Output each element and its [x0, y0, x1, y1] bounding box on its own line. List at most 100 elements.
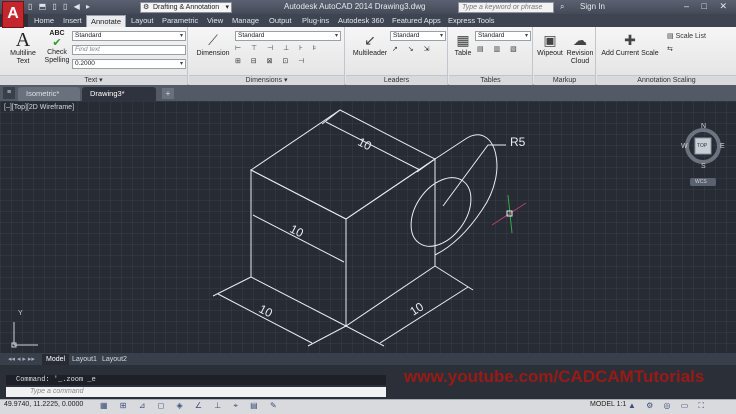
annotation-scaling-panel: ✚ Add Current Scale ▤ Scale List ⇆ Annot… — [597, 27, 736, 85]
table-style-value: Standard — [478, 32, 505, 39]
drafting-toggle-icons[interactable]: ▦ ⊞ ⊿ ◻ ◈ ∠ ⊥ ⌖ ▤ ✎ — [100, 401, 282, 411]
table-label: Table — [454, 50, 472, 57]
dimensions-panel-title[interactable]: Dimensions ▾ — [189, 75, 344, 85]
doc-tab-isometric[interactable]: Isometric* — [18, 87, 80, 101]
gear-icon: ⚙ — [143, 4, 150, 11]
file-tabs-menu-icon[interactable]: ≡ — [3, 87, 15, 99]
quick-access-toolbar[interactable]: ▯ ⬒ ▯ ▯ ◀ ▸ — [28, 2, 92, 11]
tab-layout1[interactable]: Layout1 — [68, 354, 101, 365]
text-height-value: 0.2000 — [75, 60, 95, 67]
check-spelling-button[interactable]: ABC ✔ Check Spelling — [42, 30, 72, 65]
check-spelling-label: Check Spelling — [44, 49, 70, 64]
scaling-panel-title[interactable]: Annotation Scaling — [597, 75, 736, 85]
chevron-down-icon: ▾ — [179, 61, 183, 67]
tab-plugins[interactable]: Plug-ins — [298, 15, 333, 27]
dimension-tools-icons-row2[interactable]: ⊞ ⊟ ⊠ ⊡ ⊣ — [235, 57, 308, 65]
sync-scale-icon[interactable]: ⇆ — [667, 45, 673, 53]
dimension-label: Dimension — [196, 50, 230, 57]
document-tabs: ≡ Isometric* Drawing3* + — [0, 85, 736, 101]
tab-model[interactable]: Model — [42, 354, 70, 365]
model-label: MODEL — [590, 401, 615, 408]
ribbon: A Multiline Text ABC ✔ Check Spelling St… — [0, 27, 736, 85]
workspace-label: Drafting & Annotation — [153, 4, 220, 11]
wipeout-icon: ▣ — [543, 32, 557, 48]
radius-label: R5 — [510, 135, 526, 149]
leader-tools-icons[interactable]: ↗ ↘ ⇲ — [392, 45, 434, 53]
text-a-icon: A — [15, 29, 31, 51]
new-tab-button[interactable]: + — [162, 88, 174, 99]
table-button[interactable]: ▦ Table — [451, 30, 475, 58]
tab-parametric[interactable]: Parametric — [158, 15, 202, 27]
tab-autodesk-360[interactable]: Autodesk 360 — [334, 15, 388, 27]
dim-style-select[interactable]: Standard ▾ — [235, 31, 341, 41]
tab-featured-apps[interactable]: Featured Apps — [388, 15, 445, 27]
viewport-controls[interactable]: [–][Top][2D Wireframe] — [4, 104, 74, 111]
chevron-down-icon: ▾ — [524, 33, 528, 39]
window-controls[interactable]: – □ ✕ — [684, 1, 732, 12]
ucs-y-label: Y — [18, 310, 23, 317]
command-history: Command: '_.zoom _e — [6, 375, 386, 385]
table-tools-icons[interactable]: ▤ ▥ ▧ — [477, 45, 521, 53]
application-menu-button[interactable]: A — [2, 1, 24, 28]
tab-view[interactable]: View — [203, 15, 227, 27]
tab-home[interactable]: Home — [30, 15, 58, 27]
model-space-button[interactable]: MODEL 1:1 — [590, 401, 626, 408]
scale-list-label: Scale List — [675, 33, 706, 40]
wipeout-label: Wipeout — [537, 50, 563, 57]
leaders-panel: ↙ Multileader Standard ▾ ↗ ↘ ⇲ Leaders — [346, 27, 448, 85]
dimension-icon: ⟋ — [208, 32, 218, 48]
chevron-down-icon: ▾ — [439, 33, 443, 39]
tables-panel: ▦ Table Standard ▾ ▤ ▥ ▧ Tables — [449, 27, 533, 85]
cursor-coordinates: 49.9740, 11.2225, 0.0000 — [4, 401, 84, 408]
viewcube-north[interactable]: N — [701, 123, 706, 130]
leader-style-select[interactable]: Standard ▾ — [390, 31, 446, 41]
search-icon[interactable]: ⌕ — [560, 2, 564, 12]
scale-icon: ✚ — [624, 32, 636, 48]
multileader-button[interactable]: ↙ Multileader — [350, 30, 390, 58]
leaders-panel-title[interactable]: Leaders — [346, 75, 447, 85]
revision-cloud-button[interactable]: ☁ Revision Cloud — [565, 30, 595, 66]
layout-nav-arrows[interactable]: ◂◂ ◂ ▸ ▸▸ — [4, 354, 39, 365]
text-panel-title[interactable]: Text ▾ — [0, 75, 187, 85]
chevron-down-icon: ▾ — [334, 33, 338, 39]
sign-in-button[interactable]: Sign In — [580, 2, 605, 11]
add-current-scale-button[interactable]: ✚ Add Current Scale — [599, 30, 661, 58]
tab-annotate[interactable]: Annotate — [86, 15, 127, 27]
dimension-button[interactable]: ⟋ Dimension — [193, 30, 233, 58]
title-bar: ▯ ⬒ ▯ ▯ ◀ ▸ ⚙ Drafting & Annotation ▾ Au… — [0, 0, 736, 14]
tab-insert[interactable]: Insert — [59, 15, 86, 27]
scale-list-button[interactable]: ▤ Scale List — [667, 32, 706, 40]
tables-panel-title[interactable]: Tables — [449, 75, 532, 85]
workspace-dropdown[interactable]: ⚙ Drafting & Annotation ▾ — [140, 2, 232, 13]
multileader-label: Multileader — [352, 50, 388, 57]
search-input[interactable]: Type a keyword or phrase — [458, 2, 554, 13]
tab-layout[interactable]: Layout — [127, 15, 158, 27]
viewcube-south[interactable]: S — [701, 163, 706, 170]
leader-style-value: Standard — [393, 32, 420, 39]
cloud-icon: ☁ — [573, 32, 587, 48]
tab-output[interactable]: Output — [265, 15, 296, 27]
text-height-select[interactable]: 0.2000 ▾ — [72, 59, 186, 69]
wcs-menu[interactable]: WCS — [695, 179, 707, 185]
tab-manage[interactable]: Manage — [228, 15, 263, 27]
wipeout-button[interactable]: ▣ Wipeout — [536, 30, 564, 58]
tab-layout2[interactable]: Layout2 — [98, 354, 131, 365]
viewcube-top[interactable]: TOP — [697, 143, 707, 149]
viewcube-east[interactable]: E — [720, 143, 725, 150]
text-style-value: Standard — [75, 32, 102, 39]
doc-tab-drawing3[interactable]: Drawing3* — [82, 87, 156, 101]
markup-panel: ▣ Wipeout ☁ Revision Cloud Markup — [534, 27, 596, 85]
table-icon: ▦ — [456, 32, 470, 48]
command-input[interactable]: Type a command — [6, 387, 386, 397]
find-text-input[interactable]: Find text — [72, 45, 186, 55]
table-style-select[interactable]: Standard ▾ — [475, 31, 531, 41]
markup-panel-title[interactable]: Markup — [534, 75, 595, 85]
dimension-tools-icons[interactable]: ⊢ ⊤ ⊣ ⊥ ⊦ ⊧ — [235, 44, 320, 52]
tab-express-tools[interactable]: Express Tools — [444, 15, 499, 27]
status-right-icons[interactable]: ▲ ⚙ ◎ ▭ ⛶ — [628, 401, 708, 411]
viewcube-west[interactable]: W — [681, 143, 688, 150]
multiline-text-label: Multiline Text — [10, 50, 36, 65]
chevron-down-icon: ▾ — [225, 4, 229, 11]
multiline-text-button[interactable]: A Multiline Text — [6, 30, 40, 66]
text-style-select[interactable]: Standard ▾ — [72, 31, 186, 41]
